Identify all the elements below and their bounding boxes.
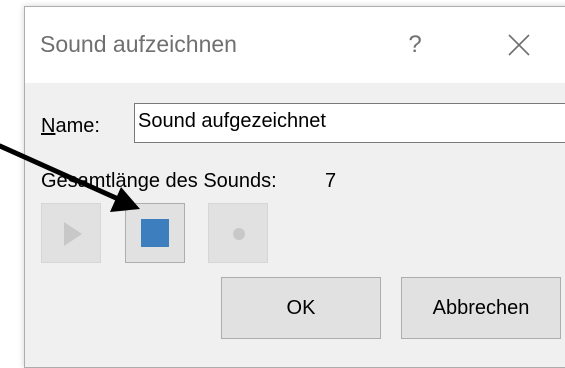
- total-length-label: Gesamtlänge des Sounds:: [41, 170, 277, 192]
- close-icon: [508, 34, 530, 56]
- stop-icon: [141, 219, 169, 247]
- help-button[interactable]: ?: [401, 27, 429, 63]
- play-icon: [64, 222, 82, 246]
- play-button[interactable]: [41, 203, 101, 263]
- dialog-title: Sound aufzeichnen: [40, 31, 237, 57]
- name-input[interactable]: [134, 103, 565, 143]
- name-label: Name:: [41, 115, 100, 138]
- record-button[interactable]: [208, 203, 268, 263]
- name-label-rest: ame:: [55, 115, 100, 137]
- close-button[interactable]: [499, 27, 539, 63]
- cancel-button[interactable]: Abbrechen: [401, 277, 561, 339]
- name-label-mnemonic: N: [41, 115, 56, 137]
- record-icon: [233, 228, 245, 240]
- stop-button[interactable]: [125, 203, 185, 263]
- total-length-value: 7: [325, 170, 337, 192]
- record-sound-dialog: Sound aufzeichnen ? Name: Gesamtlänge de…: [24, 6, 565, 368]
- dialog-titlebar: Sound aufzeichnen ?: [25, 7, 565, 83]
- ok-button[interactable]: OK: [221, 277, 381, 339]
